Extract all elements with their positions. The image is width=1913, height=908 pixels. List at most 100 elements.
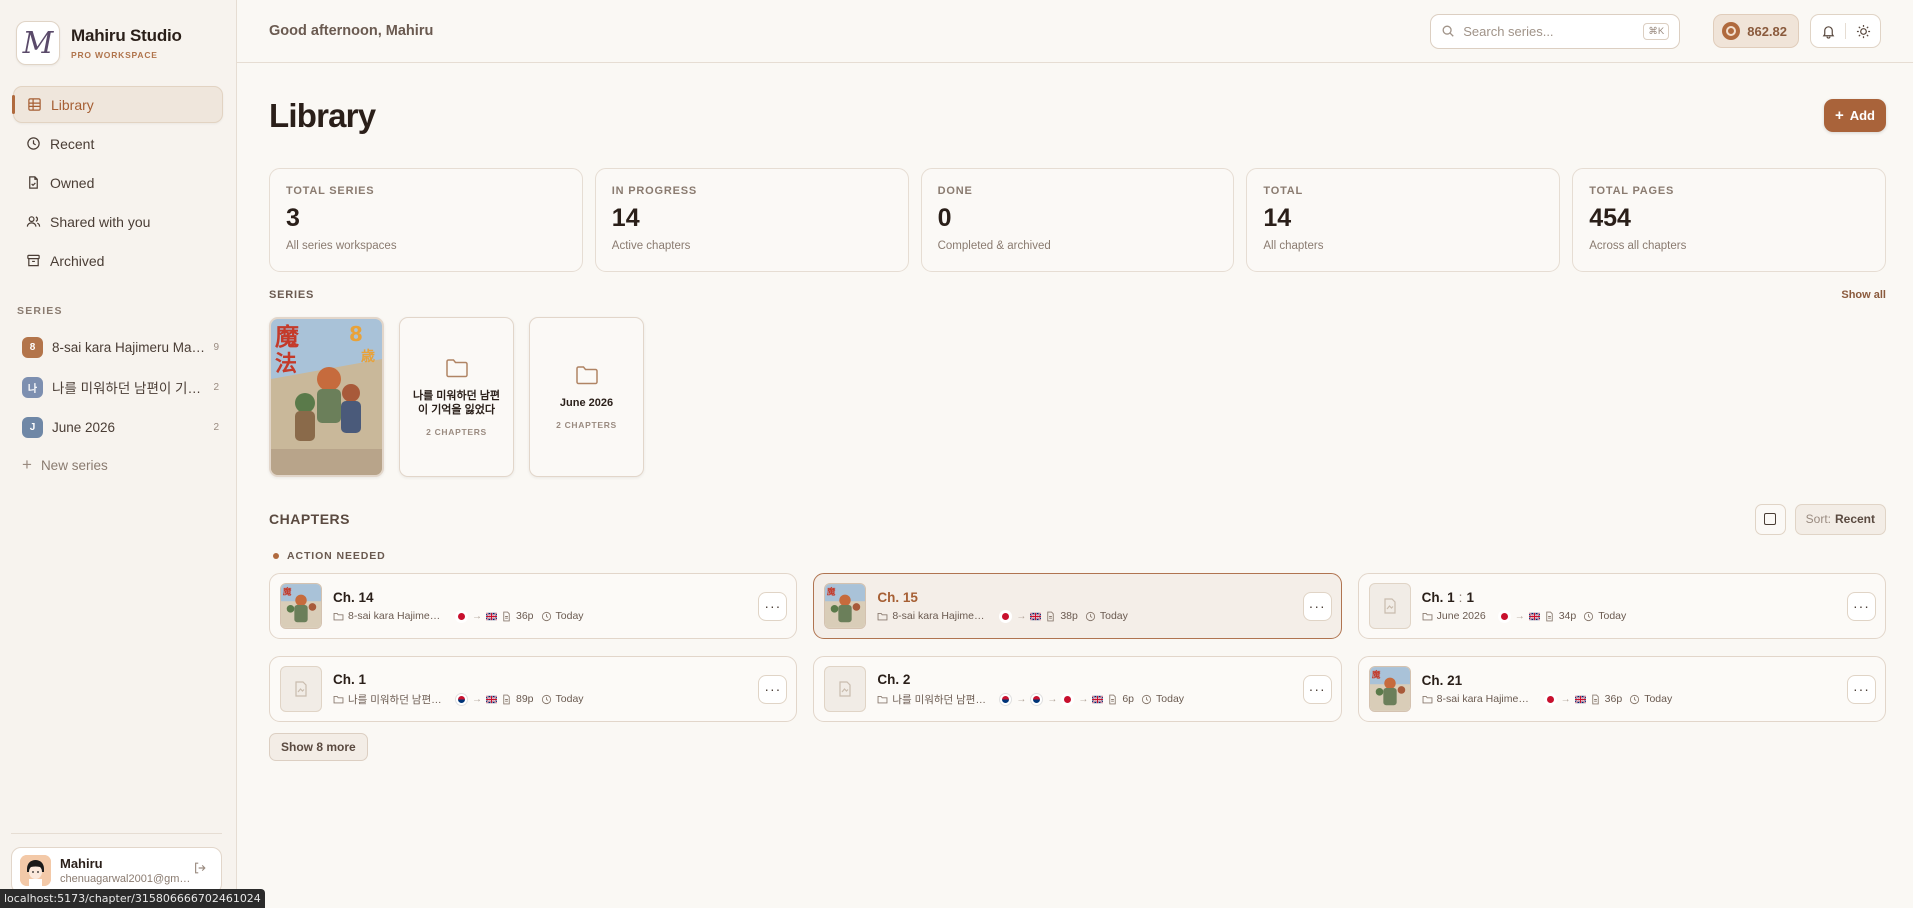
folder-icon [445, 358, 468, 377]
manga-thumbnail-image: 魔 [1369, 667, 1410, 711]
chapter-card[interactable]: Ch. 1:1 June 2026 → 34p Today ··· [1357, 573, 1886, 639]
sort-dropdown[interactable]: Sort: Recent [1794, 503, 1886, 535]
credits-balance[interactable]: 862.82 [1713, 14, 1799, 48]
sidebar-item-label: Owned [50, 174, 95, 191]
chapter-card[interactable]: Ch. 1 나를 미워하던 남편이 기억을 잃었다 → 89p Today ··· [269, 656, 798, 722]
jp-flag-icon [1543, 692, 1557, 706]
sort-prefix: Sort: [1805, 512, 1831, 526]
folder-icon [1422, 695, 1433, 703]
stat-sub: All chapters [1263, 240, 1324, 252]
series-card-count: 2 CHAPTERS [426, 427, 487, 438]
topbar-actions [1810, 14, 1881, 48]
chapter-title: Ch. 1 [1421, 589, 1455, 605]
svg-text:法: 法 [275, 352, 297, 377]
series-card-cover[interactable]: 魔 法 8 歳 [269, 317, 384, 477]
theme-toggle[interactable] [1846, 15, 1880, 47]
archive-icon [25, 253, 41, 269]
chapter-time: Today [1583, 610, 1626, 622]
arrow-icon: → [472, 693, 482, 705]
series-card-folder[interactable]: June 2026 2 CHAPTERS [529, 317, 644, 477]
new-series-button[interactable]: + New series [0, 447, 236, 483]
page-count: 6p [1122, 693, 1135, 705]
show-more-button[interactable]: Show 8 more [269, 733, 368, 761]
arrow-icon: → [1047, 693, 1058, 705]
uk-flag-icon [486, 611, 497, 621]
uk-flag-icon [486, 694, 497, 704]
clock-icon [1141, 694, 1152, 704]
sidebar-series-item[interactable]: 8 8-sai kara Hajimeru Mahou Gakuen Seika… [0, 327, 236, 367]
chapter-card-body: Ch. 21 8-sai kara Hajimeru Mahou Gakuen S… [1422, 673, 1847, 706]
series-card-folder[interactable]: 나를 미워하던 남편이 기억을 잃었다 2 CHAPTERS [399, 317, 514, 477]
more-options-button[interactable]: ··· [758, 674, 788, 704]
add-button-label: Add [1849, 108, 1875, 123]
more-icon: ··· [764, 598, 782, 614]
kr-flag-icon [1030, 692, 1044, 706]
sidebar-item-library[interactable]: Library [12, 86, 223, 123]
sidebar-item-shared[interactable]: Shared with you [13, 203, 223, 240]
folder-icon [333, 612, 344, 620]
chapter-title: Ch. 14 [333, 589, 374, 605]
chapters-heading: CHAPTERS [269, 511, 351, 527]
chapter-time: Today [541, 610, 584, 622]
chapter-card-body: Ch. 2 나를 미워하던 남편이 기억을 잃었다 → → → 6p Today [877, 672, 1302, 707]
sidebar-series-item[interactable]: 나 나를 미워하던 남편이 기억을 잃었다 2 [0, 367, 236, 407]
stat-in-progress: IN PROGRESS 14 Active chapters [594, 168, 909, 272]
group-label-text: ACTION NEEDED [287, 550, 386, 562]
chapter-title-row: Ch. 21 [1422, 673, 1847, 688]
folder-icon [575, 366, 598, 385]
svg-text:魔: 魔 [275, 323, 299, 351]
user-card[interactable]: Mahiru chenuagarwal2001@gmail.com [11, 847, 222, 894]
brand-logo: M [16, 21, 60, 65]
stat-sub: Active chapters [611, 240, 691, 252]
grid-icon [26, 97, 42, 113]
series-count: 9 [213, 341, 219, 353]
page-icon [1591, 694, 1599, 704]
sort-value: Recent [1834, 512, 1875, 526]
chapter-card[interactable]: 魔 Ch. 15 8-sai kara Hajimeru Mahou Gakuen … [813, 573, 1342, 639]
chapter-time: Today [1141, 693, 1184, 705]
title-separator: : [1458, 589, 1463, 605]
more-options-button[interactable]: ··· [1846, 591, 1876, 621]
stat-label: TOTAL [1263, 185, 1304, 197]
group-label: ACTION NEEDED [273, 550, 386, 562]
more-options-button[interactable]: ··· [1302, 591, 1332, 621]
more-options-button[interactable]: ··· [1846, 674, 1876, 704]
select-toggle-button[interactable] [1754, 503, 1786, 535]
image-placeholder-icon [1384, 598, 1396, 614]
more-options-button[interactable]: ··· [758, 591, 788, 621]
manga-thumbnail-image: 魔 [825, 584, 866, 628]
more-options-button[interactable]: ··· [1302, 674, 1332, 704]
notifications-button[interactable] [1811, 15, 1845, 47]
chapter-meta: June 2026 → 34p Today [1422, 609, 1847, 623]
brand[interactable]: M Mahiru Studio PRO WORKSPACE [0, 0, 236, 86]
arrow-icon: → [1016, 693, 1027, 705]
folder-icon [877, 695, 888, 703]
logout-icon[interactable] [193, 861, 213, 881]
chapters-header: CHAPTERS Sort: Recent [269, 503, 1886, 535]
brand-name: Mahiru Studio [71, 26, 182, 45]
chapter-card[interactable]: 魔 Ch. 21 8-sai kara Hajimeru Mahou Gakuen … [1357, 656, 1886, 722]
stat-total: TOTAL 14 All chapters [1246, 168, 1561, 272]
chapter-card[interactable]: Ch. 2 나를 미워하던 남편이 기억을 잃었다 → → → 6p Today ··· [813, 656, 1342, 722]
chapter-card[interactable]: 魔 Ch. 14 8-sai kara Hajimeru Mahou Gakuen … [269, 573, 798, 639]
jp-flag-icon [1061, 692, 1075, 706]
chapter-series: 8-sai kara Hajimeru Mahou Gakuen Seikats… [892, 610, 987, 622]
user-name: Mahiru [60, 856, 103, 871]
search-box[interactable]: ⌘K [1430, 13, 1681, 49]
more-icon: ··· [764, 681, 782, 697]
uk-flag-icon [1528, 611, 1540, 621]
sun-icon [1856, 24, 1870, 38]
stat-sub: Completed & archived [937, 240, 1051, 252]
show-all-link[interactable]: Show all [1841, 289, 1886, 301]
sidebar-item-owned[interactable]: Owned [13, 164, 223, 201]
series-count: 2 [213, 421, 219, 433]
brand-subtitle: PRO WORKSPACE [71, 50, 158, 60]
sidebar-item-archived[interactable]: Archived [13, 242, 223, 279]
sidebar-series-item[interactable]: J June 2026 2 [0, 407, 236, 447]
status-dot [273, 553, 279, 559]
add-button[interactable]: + Add [1823, 99, 1886, 132]
topbar: Good afternoon, Mahiru ⌘K 862.82 [237, 0, 1913, 63]
sidebar-item-recent[interactable]: Recent [13, 125, 223, 162]
stat-label: DONE [937, 185, 973, 197]
search-input[interactable] [1463, 23, 1644, 39]
